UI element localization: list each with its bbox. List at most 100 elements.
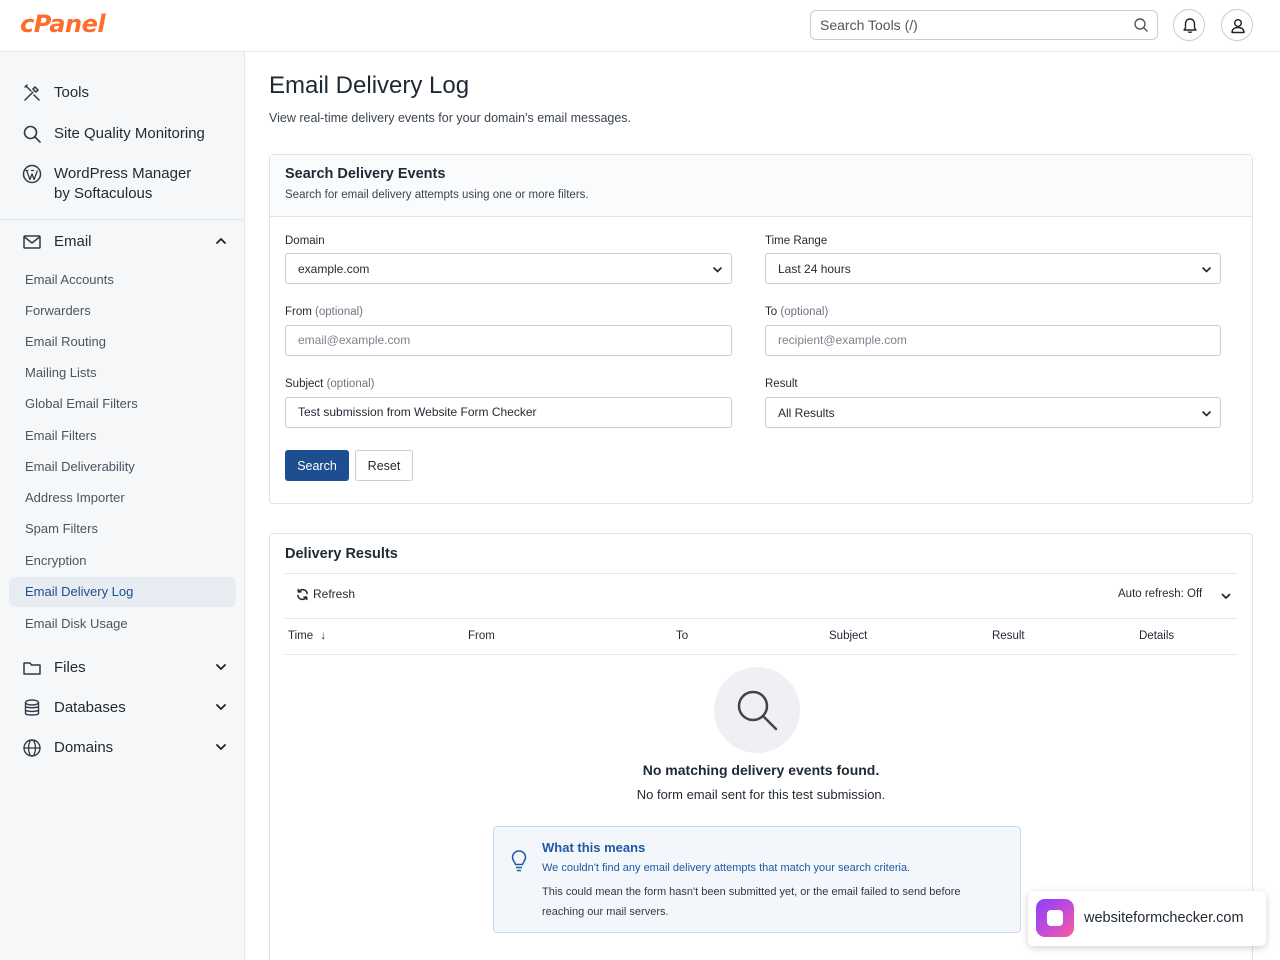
sidebar-item-label-line1: WordPress Manager [54, 165, 192, 182]
divider [285, 654, 1237, 655]
top-header: cPanel [0, 0, 1280, 52]
column-header-to[interactable]: To [676, 630, 688, 642]
sidebar-section-files[interactable]: Files [22, 658, 226, 678]
card-title: Search Delivery Events [285, 166, 446, 182]
to-label: To (optional) [765, 306, 828, 318]
sidebar-subitem-email-filters[interactable]: Email Filters [25, 428, 97, 444]
sidebar-section-domains[interactable]: Domains [22, 738, 226, 758]
websiteformchecker-logo [1036, 899, 1074, 937]
column-header-time[interactable]: Time ↓ [288, 630, 326, 642]
sidebar-subitem-email-accounts[interactable]: Email Accounts [25, 272, 114, 288]
subject-optional-hint: (optional) [326, 378, 375, 390]
refresh-button[interactable]: Refresh [296, 587, 355, 601]
sidebar-subitem-forwarders[interactable]: Forwarders [25, 303, 91, 319]
page-title: Email Delivery Log [269, 72, 470, 99]
sidebar-section-label: Domains [54, 739, 114, 756]
chevron-down-icon [1202, 411, 1211, 417]
search-icon[interactable] [1133, 17, 1149, 33]
search-button[interactable]: Search [285, 450, 349, 481]
envelope-icon [23, 235, 41, 249]
notifications-button[interactable] [1173, 9, 1205, 41]
wordpress-icon [22, 164, 42, 184]
refresh-label: Refresh [313, 587, 356, 601]
from-optional-hint: (optional) [315, 306, 363, 318]
search-tools-input[interactable] [820, 16, 1120, 34]
sidebar-section-email[interactable]: Email [22, 232, 226, 252]
sidebar-item-site-quality-monitoring[interactable]: Site Quality Monitoring [22, 124, 205, 144]
info-text: This could mean the form hasn't been sub… [542, 886, 961, 918]
result-select[interactable]: All Results [765, 397, 1221, 428]
sidebar-subitem-email-disk-usage[interactable]: Email Disk Usage [25, 616, 128, 632]
sidebar-item-label: Site Quality Monitoring [54, 125, 205, 142]
domain-label: Domain [285, 235, 325, 247]
chevron-down-icon[interactable] [1220, 590, 1232, 602]
auto-refresh-label[interactable]: Auto refresh: Off [1118, 588, 1202, 600]
subject-input[interactable] [298, 405, 718, 419]
websiteformchecker-badge: websiteformchecker.com [1028, 891, 1266, 946]
domain-select-value: example.com [298, 262, 370, 276]
to-label-text: To [765, 306, 778, 318]
info-text: We couldn't find any email delivery atte… [542, 862, 911, 874]
chevron-down-icon[interactable] [214, 700, 228, 714]
badge-text: websiteformchecker.com [1084, 910, 1244, 926]
sidebar-subitem-mailing-lists[interactable]: Mailing Lists [25, 365, 97, 381]
chevron-down-icon[interactable] [214, 740, 228, 754]
from-input[interactable] [298, 333, 718, 347]
column-header-subject[interactable]: Subject [829, 630, 867, 642]
subject-label: Subject (optional) [285, 378, 375, 390]
info-callout: What this means We couldn't find any ema… [493, 826, 1021, 933]
time-range-select[interactable]: Last 24 hours [765, 253, 1221, 284]
chevron-down-icon [713, 267, 722, 273]
time-range-select-value: Last 24 hours [778, 262, 851, 276]
empty-state-subtitle: No form email sent for this test submiss… [636, 787, 886, 802]
sidebar-subitem-email-routing[interactable]: Email Routing [25, 334, 106, 350]
domain-select[interactable]: example.com [285, 253, 732, 284]
magnifier-icon [737, 690, 778, 731]
search-tools-box[interactable] [810, 10, 1158, 40]
column-header-label: Time [288, 630, 314, 642]
to-field[interactable] [765, 325, 1221, 356]
result-select-value: All Results [778, 406, 835, 420]
sort-descending-icon: ↓ [320, 630, 327, 642]
reset-button[interactable]: Reset [355, 450, 413, 481]
tools-icon [24, 84, 40, 101]
sidebar-item-tools[interactable]: Tools [22, 83, 89, 103]
sidebar-subitem-encryption[interactable]: Encryption [25, 553, 86, 569]
sidebar-section-label: Files [54, 659, 86, 676]
sidebar-subitem-email-delivery-log[interactable]: Email Delivery Log [9, 577, 236, 607]
empty-state-title: No matching delivery events found. [642, 762, 880, 778]
user-menu-button[interactable] [1221, 9, 1253, 41]
to-input[interactable] [778, 333, 1198, 347]
chevron-down-icon[interactable] [214, 660, 228, 674]
from-label-text: From [285, 306, 312, 318]
sidebar-section-databases[interactable]: Databases [22, 698, 226, 718]
search-events-card: Search Delivery Events Search for email … [269, 154, 1253, 504]
sidebar-subitem-spam-filters[interactable]: Spam Filters [25, 521, 98, 537]
subject-field[interactable] [285, 397, 732, 428]
globe-icon [23, 739, 41, 757]
result-label: Result [765, 378, 798, 390]
sidebar-subitem-address-importer[interactable]: Address Importer [25, 490, 125, 506]
sidebar-subitem-label: Email Delivery Log [25, 584, 134, 599]
info-title: What this means [542, 840, 646, 855]
column-header-from[interactable]: From [468, 630, 495, 642]
page-description: View real-time delivery events for your … [269, 111, 632, 125]
column-header-details: Details [1139, 630, 1175, 642]
sidebar-subitem-global-email-filters[interactable]: Global Email Filters [25, 396, 138, 412]
from-field[interactable] [285, 325, 732, 356]
sidebar-item-label: Tools [54, 84, 90, 101]
column-header-result[interactable]: Result [992, 630, 1025, 642]
refresh-icon [297, 588, 308, 600]
sidebar-section-label: Databases [54, 699, 126, 716]
chevron-down-icon [1202, 267, 1211, 273]
divider [285, 573, 1237, 574]
sidebar-top-section: Tools Site Quality Monitoring WordPress … [0, 52, 244, 220]
subject-label-text: Subject [285, 378, 324, 390]
cpanel-logo[interactable]: cPanel [20, 10, 106, 38]
sidebar-subitem-email-deliverability[interactable]: Email Deliverability [25, 459, 135, 475]
empty-state-illustration [714, 667, 800, 753]
sidebar-item-wordpress-manager[interactable]: WordPress Manager by Softaculous [22, 164, 191, 204]
from-label: From (optional) [285, 306, 363, 318]
chevron-up-icon[interactable] [214, 234, 228, 248]
user-icon [1231, 19, 1245, 34]
